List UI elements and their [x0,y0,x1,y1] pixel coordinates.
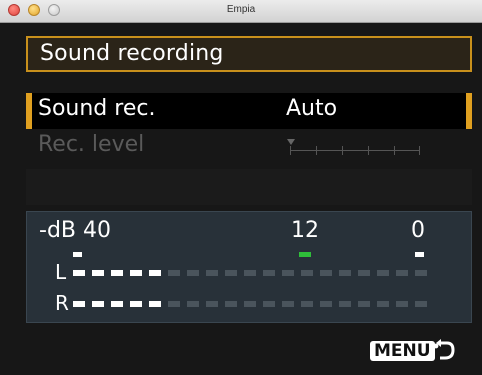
rec-level-label: Rec. level [38,132,145,157]
slider-tick [419,146,420,155]
menu-header-title: Sound recording [40,41,224,66]
meter-segment [263,301,275,307]
meter-segment [130,270,142,276]
scale-mark-12 [299,252,311,257]
sound-rec-value: Auto [286,96,338,121]
meter-segment [320,270,332,276]
meter-segment [301,301,313,307]
menu-row-sound-rec[interactable]: Sound rec. Auto [26,93,472,129]
window-title: Empia [226,4,256,15]
meter-segment [263,270,275,276]
meter-segment [377,270,389,276]
meter-segment [339,301,351,307]
meter-segment [339,270,351,276]
rec-level-slider-track [290,150,420,151]
meter-segment [358,270,370,276]
scale-label-12: 12 [291,218,319,243]
rec-level-slider [287,139,422,157]
meter-segment [92,301,104,307]
meter-segment [206,301,218,307]
meter-segment [282,270,294,276]
meter-segment [149,301,161,307]
slider-tick [394,146,395,155]
db-label: -dB [39,218,76,243]
meter-segment [282,301,294,307]
return-arrow-icon[interactable] [431,338,457,364]
app-window: Empia Sound recording Sound rec. Auto Re… [0,0,482,375]
meter-segment [244,301,256,307]
audio-level-meter: -dB 40 12 0 L R [26,211,472,323]
meter-segment [206,270,218,276]
meter-segment [92,270,104,276]
meter-segment [225,301,237,307]
menu-header: Sound recording [26,36,472,72]
slider-tick [316,146,317,155]
meter-segment [168,301,180,307]
sound-rec-label: Sound rec. [38,96,156,121]
meter-segment [130,301,142,307]
meter-segment [358,301,370,307]
scale-label-0: 0 [411,218,425,243]
meter-segment [396,270,408,276]
meter-segment [111,301,123,307]
rec-level-pointer-icon [287,139,295,145]
scale-label-40: 40 [83,218,111,243]
meter-segment [320,301,332,307]
title-bar: Empia [0,0,482,23]
meter-segment [187,301,199,307]
slider-tick [342,146,343,155]
channel-label-left: L [55,260,67,284]
meter-segment [168,270,180,276]
menu-button[interactable]: MENU [370,341,435,361]
slider-tick [290,146,291,155]
meter-segment [377,301,389,307]
meter-segment [111,270,123,276]
scale-mark-0 [415,252,424,257]
menu-row-rec-level: Rec. level [26,129,472,165]
camera-menu-screen: Sound recording Sound rec. Auto Rec. lev… [0,23,482,375]
meter-segment [301,270,313,276]
empty-menu-row [26,169,472,205]
channel-label-right: R [55,291,69,315]
slider-tick [368,146,369,155]
scale-mark-40 [73,252,82,257]
meter-segment [73,270,85,276]
meter-segment [244,270,256,276]
meter-segment [149,270,161,276]
meter-segment [396,301,408,307]
meter-segment [415,301,427,307]
meter-segment [187,270,199,276]
meter-segment [225,270,237,276]
meter-segment [73,301,85,307]
meter-segment [415,270,427,276]
